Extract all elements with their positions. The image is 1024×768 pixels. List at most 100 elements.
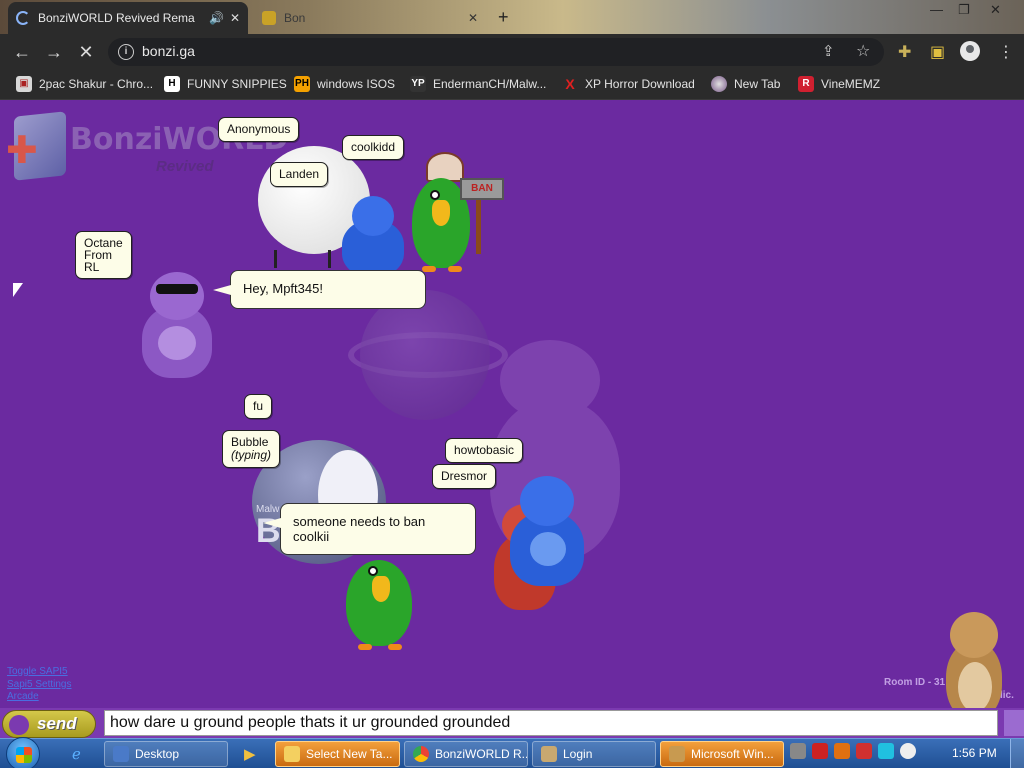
r-favicon-icon: R xyxy=(798,76,814,92)
nametag-landen: Landen xyxy=(270,162,329,187)
chat-side-panel xyxy=(1004,710,1024,736)
new-tab-button[interactable]: + xyxy=(498,7,509,28)
gopher-character[interactable] xyxy=(938,612,1008,722)
show-desktop-button[interactable] xyxy=(1010,739,1024,768)
bookmark-label: VineMEMZ xyxy=(821,77,881,91)
task-label: Select New Ta... xyxy=(306,747,393,761)
stop-loading-icon[interactable]: ✕ xyxy=(76,42,96,62)
bookmark-funny-snippies[interactable]: H FUNNY SNIPPIES xyxy=(164,76,287,92)
address-bar[interactable]: i bonzi.ga ⇪ ☆ xyxy=(108,38,884,66)
browser-toolbar: ← → ✕ i bonzi.ga ⇪ ☆ ✚ ▣ ⋮ xyxy=(0,34,1024,70)
desktop-icon xyxy=(113,746,129,762)
url-text[interactable]: bonzi.ga xyxy=(142,43,195,59)
bookmark-star-icon[interactable]: ☆ xyxy=(856,41,870,61)
bookmark-xp-horror[interactable]: X XP Horror Download xyxy=(562,76,695,92)
bookmark-new-tab[interactable]: New Tab xyxy=(711,76,780,92)
bookmark-windows-isos[interactable]: PH windows ISOS xyxy=(294,76,395,92)
tab-title: Bon xyxy=(284,11,306,25)
task-login[interactable]: Login xyxy=(532,741,656,767)
tab-bonziworld[interactable]: BonziWORLD Revived Rema 🔊 ✕ xyxy=(8,2,248,34)
bonziworld-room[interactable]: ✚ BonziWORLD Revived BAN Malw B Anonymou… xyxy=(0,100,1024,737)
menu-kebab-icon[interactable]: ⋮ xyxy=(998,42,1014,62)
character-parrot-bottom[interactable] xyxy=(344,552,416,656)
share-icon[interactable]: ⇪ xyxy=(822,42,835,60)
bookmark-vinememz[interactable]: R VineMEMZ xyxy=(798,76,880,92)
profile-avatar-icon[interactable] xyxy=(960,41,980,61)
forward-arrow-icon[interactable]: → xyxy=(44,42,64,62)
send-label: send xyxy=(37,714,77,733)
task-select-new-tab[interactable]: Select New Ta... xyxy=(275,741,400,767)
sapi5-settings-link[interactable]: Sapi5 Settings xyxy=(7,679,72,692)
tab-second[interactable]: Bon ✕ xyxy=(254,2,486,34)
speech-bubble-octane: Hey, Mpft345! xyxy=(213,270,426,309)
h-favicon-icon: H xyxy=(164,76,180,92)
tab-favicon xyxy=(262,11,276,25)
sunglasses-icon xyxy=(156,284,198,294)
send-button[interactable]: send xyxy=(2,710,96,738)
tray-v-icon[interactable] xyxy=(812,743,828,759)
ph-favicon-icon: PH xyxy=(294,76,310,92)
room-id-label: Room ID - 31 xyxy=(884,677,946,688)
speaker-icon[interactable]: 🔊 xyxy=(209,11,224,25)
character-parrot-banner[interactable]: BAN xyxy=(408,152,508,280)
windows-taskbar: ℯ Desktop ▶ Select New Ta... BonziWORLD … xyxy=(0,737,1024,768)
tray-app-icon[interactable] xyxy=(790,743,806,759)
task-desktop[interactable]: Desktop xyxy=(104,741,228,767)
bookmark-label: EndermanCH/Malw... xyxy=(433,77,547,91)
nametag-fu: fu xyxy=(244,394,273,419)
nametag-bubble-status: (typing) xyxy=(231,448,272,462)
back-arrow-icon[interactable]: ← xyxy=(12,42,32,62)
tab-title: BonziWORLD Revived Rema xyxy=(38,11,195,25)
2pac-favicon-icon: ▣ xyxy=(16,76,32,92)
maximize-icon[interactable]: ❐ xyxy=(958,2,970,18)
bookmark-label: 2pac Shakur - Chro... xyxy=(39,77,154,91)
tab-strip: BonziWORLD Revived Rema 🔊 ✕ Bon ✕ + — ❐ … xyxy=(0,0,1024,34)
globe-favicon-icon xyxy=(711,76,727,92)
chat-bar: send how dare u ground people thats it u… xyxy=(0,708,1024,738)
tray-flag-icon[interactable] xyxy=(856,743,872,759)
login-icon xyxy=(541,746,557,762)
task-bonziworld[interactable]: BonziWORLD R... xyxy=(404,741,528,767)
close-tab-icon[interactable]: ✕ xyxy=(230,11,240,25)
nametag-bubble-name: Bubble xyxy=(231,435,269,449)
nametag-howtobasic: howtobasic xyxy=(445,438,524,463)
arcade-link[interactable]: Arcade xyxy=(7,691,72,704)
task-label: Login xyxy=(563,747,593,761)
tray-search-icon[interactable] xyxy=(834,743,850,759)
close-window-icon[interactable]: ✕ xyxy=(990,2,1001,18)
app-icon xyxy=(669,746,685,762)
x-favicon-icon: X xyxy=(565,76,575,92)
character-coolkidd-bonzi[interactable] xyxy=(338,196,408,276)
folder-icon xyxy=(284,746,300,762)
tray-network-icon[interactable] xyxy=(878,743,894,759)
nametag-anonymous: Anonymous xyxy=(218,117,300,142)
ban-hammer-sign: BAN xyxy=(460,178,504,200)
windows-flag-icon xyxy=(16,747,32,763)
bookmark-endermanch[interactable]: YP EndermanCH/Malw... xyxy=(410,76,546,92)
side-panel-icon[interactable]: ▣ xyxy=(930,42,945,62)
nametag-dresmor: Dresmor xyxy=(432,464,497,489)
chat-input[interactable]: how dare u ground people thats it ur gro… xyxy=(104,710,998,736)
start-button[interactable] xyxy=(6,737,40,768)
task-microsoft-win[interactable]: Microsoft Win... xyxy=(660,741,784,767)
bookmark-2pac[interactable]: ▣ 2pac Shakur - Chro... xyxy=(16,76,153,92)
toggle-sapi5-link[interactable]: Toggle SAPI5 xyxy=(7,666,72,679)
site-info-icon[interactable]: i xyxy=(118,44,134,60)
nametag-octane: Octane From RL xyxy=(75,231,132,279)
character-howtobasic-bonzi[interactable] xyxy=(506,476,588,588)
ie-icon[interactable]: ℯ xyxy=(72,745,81,763)
minimize-icon[interactable]: — xyxy=(930,2,943,17)
task-label: Microsoft Win... xyxy=(691,747,774,761)
mouse-cursor-icon xyxy=(13,283,23,297)
media-player-icon[interactable]: ▶ xyxy=(244,745,256,763)
bookmark-label: windows ISOS xyxy=(317,77,396,91)
yp-favicon-icon: YP xyxy=(410,76,426,92)
settings-links: Toggle SAPI5 Sapi5 Settings Arcade xyxy=(7,666,72,704)
task-label: Desktop xyxy=(135,747,180,761)
close-tab-icon[interactable]: ✕ xyxy=(468,11,478,25)
tray-volume-icon[interactable] xyxy=(900,743,916,759)
clock[interactable]: 1:56 PM xyxy=(952,746,997,760)
character-octane-bonzi[interactable] xyxy=(136,272,218,384)
extensions-puzzle-icon[interactable]: ✚ xyxy=(898,42,911,62)
task-label: BonziWORLD R... xyxy=(435,747,528,761)
